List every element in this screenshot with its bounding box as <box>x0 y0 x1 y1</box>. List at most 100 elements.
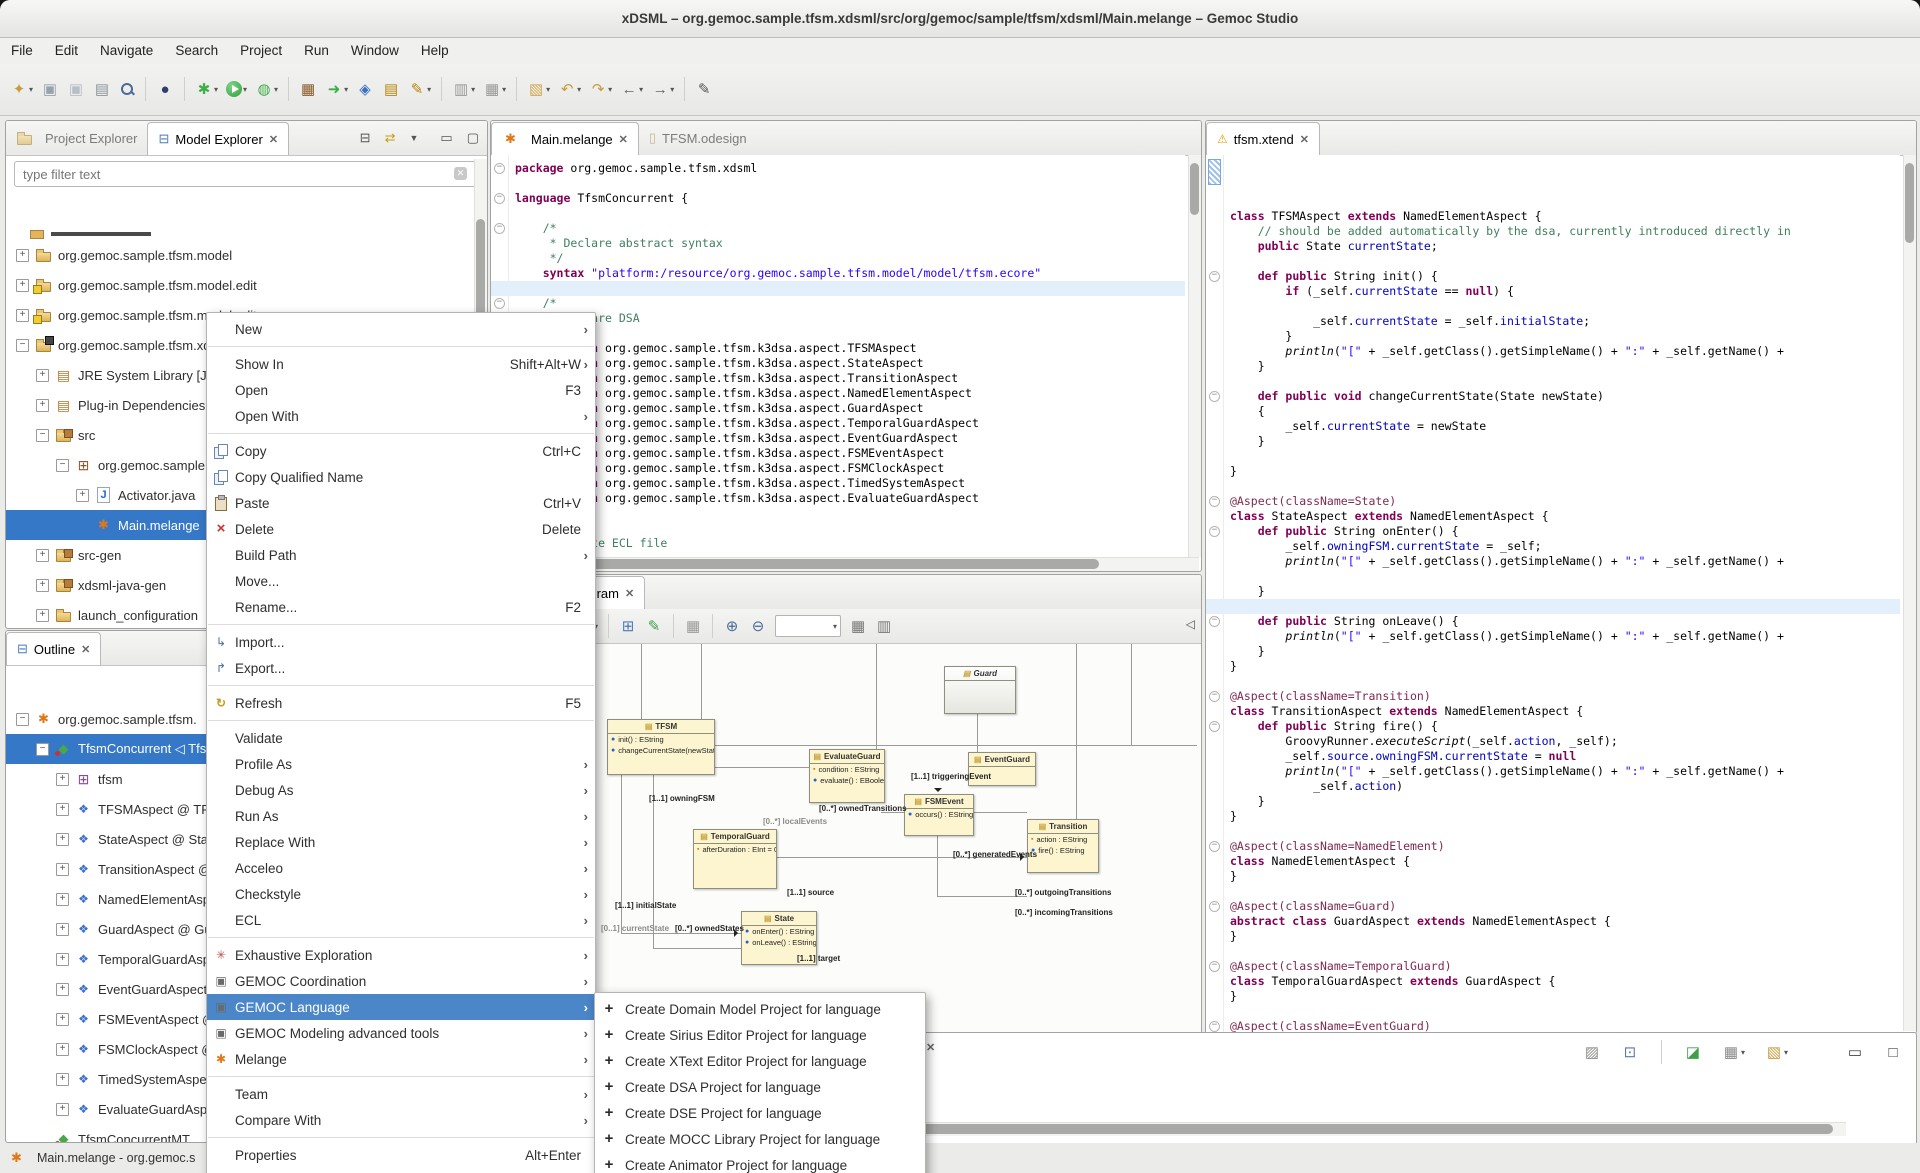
scrollbar-thumb[interactable] <box>1190 163 1199 215</box>
toolbar-button-run-external[interactable]: ◍ ▾ <box>252 76 281 102</box>
menu-navigate[interactable]: Navigate <box>89 38 164 64</box>
context-menu-item-exhaustive-exploration[interactable]: ✳ Exhaustive Exploration › <box>207 942 595 968</box>
context-menu-item-build-path[interactable]: Build Path › <box>207 542 595 568</box>
toolbar-button-undo-nav[interactable]: ↶ ▾ <box>555 76 584 102</box>
view-menu-icon[interactable]: ▼ <box>409 133 418 143</box>
close-icon[interactable]: ✕ <box>81 643 90 656</box>
context-menu-item-team[interactable]: Team › <box>207 1081 595 1107</box>
link-with-editor-icon[interactable]: ⇄ <box>385 130 396 146</box>
fold-marker[interactable]: − <box>1209 496 1220 507</box>
context-menu-item-gemoc-language[interactable]: ▣ GEMOC Language › <box>207 994 595 1020</box>
diagram-canvas[interactable]: ▤ Guard ▤ TFSM ● init() : EString ● changeCurre… <box>491 644 1201 1033</box>
tab-outline[interactable]: ⊟ Outline ✕ <box>6 632 102 665</box>
toolbar-button-print[interactable]: ▤ <box>90 76 114 102</box>
context-menu-item-copy[interactable]: Copy Ctrl+C <box>207 438 595 464</box>
scrollbar-thumb[interactable] <box>1905 163 1914 243</box>
expand-icon[interactable]: + <box>36 608 49 622</box>
minimize-icon[interactable]: ▭ <box>440 130 452 146</box>
close-icon[interactable]: ✕ <box>926 1041 935 1054</box>
toolbar-button-grid-visibility[interactable]: ▦ <box>681 613 705 639</box>
zoom-level-combo[interactable]: ▾ <box>775 615 842 637</box>
clear-filter-icon[interactable]: ✕ <box>454 167 467 180</box>
context-menu-item-properties[interactable]: Properties Alt+Enter <box>207 1142 595 1168</box>
toolbar-button-maximize[interactable]: □ <box>1881 1039 1905 1065</box>
menu-edit[interactable]: Edit <box>44 38 89 64</box>
toolbar-button-minimize[interactable]: ▭ <box>1843 1039 1867 1065</box>
expand-icon[interactable]: + <box>56 952 69 966</box>
toolbar-button-zoom-in[interactable]: ⊕ <box>720 613 744 639</box>
expand-icon[interactable]: + <box>36 578 49 592</box>
expand-icon[interactable]: + <box>16 308 29 322</box>
submenu-item-create-dsa-project-for-language[interactable]: + Create DSA Project for language <box>595 1074 925 1100</box>
fold-marker[interactable]: − <box>494 163 505 174</box>
tab-project-explorer[interactable]: Project Explorer <box>6 121 147 155</box>
menu-run[interactable]: Run <box>293 38 340 64</box>
context-menu-item-ecl[interactable]: ECL › <box>207 907 595 933</box>
toolbar-button-save-all[interactable]: ▣ <box>64 76 88 102</box>
collapse-panel-icon[interactable]: ◁ <box>1186 617 1195 631</box>
fold-marker[interactable]: − <box>1209 616 1220 627</box>
tab-main-melange[interactable]: ✱ Main.melange ✕ <box>491 122 639 155</box>
toolbar-button-matrix-view[interactable]: ▥ <box>872 613 896 639</box>
context-menu-item-validate[interactable]: Validate <box>207 725 595 751</box>
toolbar-button-table-view[interactable]: ▦ <box>846 613 870 639</box>
submenu-item-create-dse-project-for-language[interactable]: + Create DSE Project for language <box>595 1100 925 1126</box>
toolbar-button-run[interactable]: ▾ <box>223 76 250 102</box>
submenu-item-create-animator-project-for-language[interactable]: + Create Animator Project for language <box>595 1152 925 1173</box>
menu-search[interactable]: Search <box>164 38 229 64</box>
toolbar-button-table[interactable]: ▥ ▾ <box>449 76 478 102</box>
diagram-node-transition[interactable]: ▤ Transition ▪ action : EString ● fire() : ES… <box>1027 819 1099 873</box>
expand-icon[interactable]: + <box>56 802 69 816</box>
expand-icon[interactable]: + <box>56 772 69 786</box>
toolbar-button-annotate[interactable]: ✎ <box>692 76 716 102</box>
toolbar-button-clear[interactable]: ▨ <box>1580 1039 1604 1065</box>
toolbar-button-plugin[interactable]: ▤ <box>379 76 403 102</box>
context-menu-item-profile-as[interactable]: Profile As › <box>207 751 595 777</box>
context-menu-item-melange[interactable]: ✱ Melange › <box>207 1046 595 1072</box>
fold-marker[interactable]: − <box>1209 526 1220 537</box>
tab-model-explorer[interactable]: ⊟ Model Explorer ✕ <box>147 122 290 155</box>
fold-marker[interactable]: − <box>1209 901 1220 912</box>
menu-project[interactable]: Project <box>229 38 293 64</box>
expand-icon[interactable]: + <box>16 278 29 292</box>
toolbar-button-model-nav[interactable]: ◈ <box>353 76 377 102</box>
editor-vscrollbar[interactable] <box>1188 155 1201 557</box>
context-menu-item-debug-as[interactable]: Debug As › <box>207 777 595 803</box>
context-menu-item-replace-with[interactable]: Replace With › <box>207 829 595 855</box>
fold-marker[interactable]: − <box>1209 691 1220 702</box>
tab-tfsm-xtend[interactable]: ⚠ tfsm.xtend ✕ <box>1206 122 1320 155</box>
context-menu-item-paste[interactable]: Paste Ctrl+V <box>207 490 595 516</box>
context-menu-item-refresh[interactable]: ↻ Refresh F5 <box>207 690 595 716</box>
close-icon[interactable]: ✕ <box>269 133 278 146</box>
toolbar-button-create-launch[interactable]: ➜ ▾ <box>322 76 351 102</box>
fold-marker[interactable]: − <box>494 298 505 309</box>
expand-icon[interactable]: + <box>56 982 69 996</box>
expand-icon[interactable]: + <box>56 1072 69 1086</box>
context-menu-item-move[interactable]: Move... <box>207 568 595 594</box>
expand-icon[interactable]: + <box>56 892 69 906</box>
fold-marker[interactable]: − <box>1209 1021 1220 1032</box>
tab-tfsm-odesign[interactable]: ▯ TFSM.odesign <box>639 121 757 155</box>
context-menu-item-copy-qualified-name[interactable]: Copy Qualified Name <box>207 464 595 490</box>
toolbar-button-pin-editor[interactable]: ✎ <box>642 613 666 639</box>
expand-icon[interactable]: + <box>56 1042 69 1056</box>
close-icon[interactable]: ✕ <box>1300 133 1309 146</box>
context-menu-item-acceleo[interactable]: Acceleo › <box>207 855 595 881</box>
context-menu-item-show-in[interactable]: Show In Shift+Alt+W › <box>207 351 595 377</box>
collapse-icon[interactable]: − <box>56 458 69 472</box>
toolbar-button-search[interactable] <box>116 76 138 102</box>
expand-icon[interactable]: + <box>56 1102 69 1116</box>
toolbar-button-lock[interactable]: ⊡ <box>1618 1039 1642 1065</box>
fold-marker[interactable]: − <box>1209 961 1220 972</box>
fold-marker[interactable]: − <box>1209 721 1220 732</box>
toolbar-button-export-image[interactable]: ⊞ <box>616 613 640 639</box>
diagram-node-guard[interactable]: ▤ Guard <box>944 666 1016 714</box>
toolbar-button-pin[interactable]: ◪ <box>1681 1039 1705 1065</box>
submenu-item-create-mocc-library-project-for-language[interactable]: + Create MOCC Library Project for languag… <box>595 1126 925 1152</box>
expand-icon[interactable]: + <box>16 248 29 262</box>
toolbar-button-new-wizard[interactable]: ✦ ▾ <box>7 76 36 102</box>
context-menu-item-compare-with[interactable]: Compare With › <box>207 1107 595 1133</box>
context-menu-item-new[interactable]: New › <box>207 316 595 342</box>
toolbar-button-grid[interactable]: ▦ ▾ <box>1719 1039 1748 1065</box>
context-menu-item-open[interactable]: Open F3 <box>207 377 595 403</box>
